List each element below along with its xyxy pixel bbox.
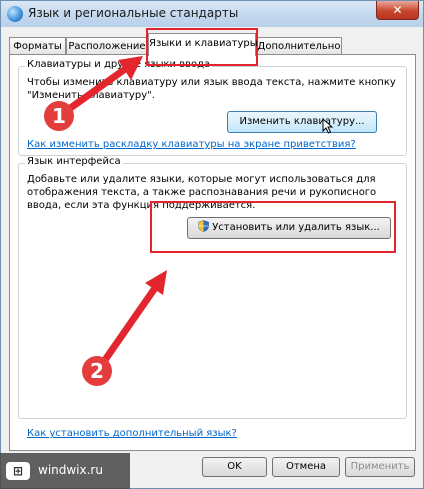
ok-button[interactable]: OK bbox=[202, 457, 267, 477]
window-title: Язык и региональные стандарты bbox=[28, 6, 239, 20]
step-1-badge: 1 bbox=[44, 101, 74, 131]
install-additional-language-link[interactable]: Как установить дополнительный язык? bbox=[27, 428, 237, 439]
display-language-group-title: Язык интерфейса bbox=[25, 156, 123, 167]
display-language-description-line2: отображения текста, а также распознавани… bbox=[27, 187, 377, 198]
close-button[interactable]: ✕ bbox=[376, 1, 419, 20]
step-2-badge: 2 bbox=[82, 356, 112, 386]
watermark-text: windwix.ru bbox=[38, 463, 103, 477]
tab-formats[interactable]: Форматы bbox=[9, 37, 66, 55]
tab-administrative[interactable]: Дополнительно bbox=[256, 37, 342, 55]
tab-strip: Форматы Расположение Языки и клавиатуры … bbox=[9, 33, 419, 56]
keyboards-group: Клавиатуры и другие языки ввода Чтобы из… bbox=[18, 59, 407, 156]
cancel-button[interactable]: Отмена bbox=[272, 457, 340, 477]
keyboards-description-line1: Чтобы изменить клавиатуру или язык ввода… bbox=[27, 77, 396, 88]
globe-icon bbox=[7, 6, 23, 22]
watermark: ⊞ windwix.ru bbox=[0, 453, 130, 489]
mouse-cursor-icon bbox=[322, 118, 334, 134]
display-language-description-line1: Добавьте или удалите языки, которые могу… bbox=[27, 174, 376, 185]
welcome-screen-keyboard-link[interactable]: Как изменить раскладку клавиатуры на экр… bbox=[27, 139, 356, 150]
highlight-install-button bbox=[150, 201, 396, 253]
title-bar[interactable]: Язык и региональные стандарты ✕ bbox=[1, 1, 423, 27]
keyboards-description-line2: "Изменить клавиатуру". bbox=[27, 90, 155, 101]
tab-location[interactable]: Расположение bbox=[66, 37, 148, 55]
apply-button[interactable]: Применить bbox=[345, 457, 415, 477]
tab-languages-keyboards[interactable]: Языки и клавиатуры bbox=[148, 33, 258, 56]
watermark-logo-icon: ⊞ bbox=[6, 462, 30, 480]
change-keyboards-button[interactable]: Изменить клавиатуру... bbox=[227, 111, 377, 133]
